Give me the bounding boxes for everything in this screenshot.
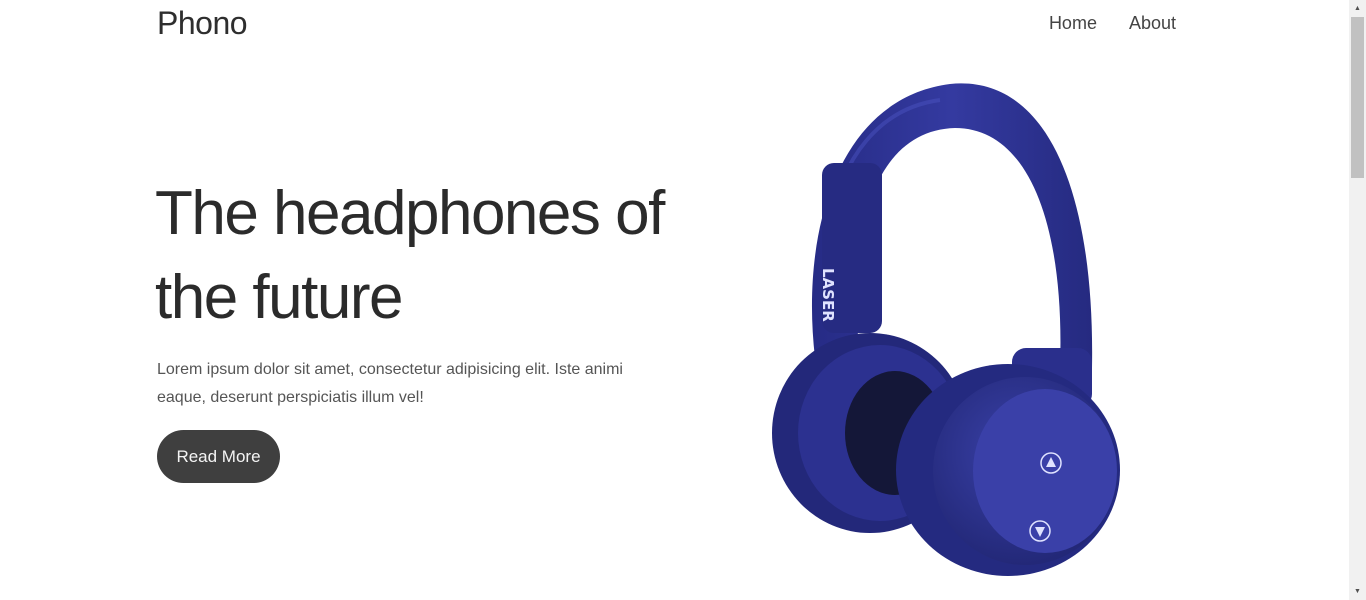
scroll-thumb[interactable] — [1351, 17, 1364, 178]
headphones-image: LASER — [760, 78, 1130, 583]
scrollbar[interactable]: ▲ ▼ — [1349, 0, 1366, 600]
brand-logo[interactable]: Phono — [157, 5, 248, 42]
main-nav: Home About — [1049, 13, 1176, 34]
page: Phono Home About The headphones of the f… — [0, 0, 1349, 600]
scroll-up-icon[interactable]: ▲ — [1349, 0, 1366, 17]
hero-title: The headphones of the future — [155, 179, 665, 332]
hero-description: Lorem ipsum dolor sit amet, consectetur … — [157, 361, 623, 406]
nav-link-home[interactable]: Home — [1049, 13, 1097, 34]
scroll-down-icon[interactable]: ▼ — [1349, 583, 1366, 600]
svg-text:LASER: LASER — [819, 268, 837, 322]
nav-link-about[interactable]: About — [1129, 13, 1176, 34]
read-more-button[interactable]: Read More — [157, 430, 280, 483]
